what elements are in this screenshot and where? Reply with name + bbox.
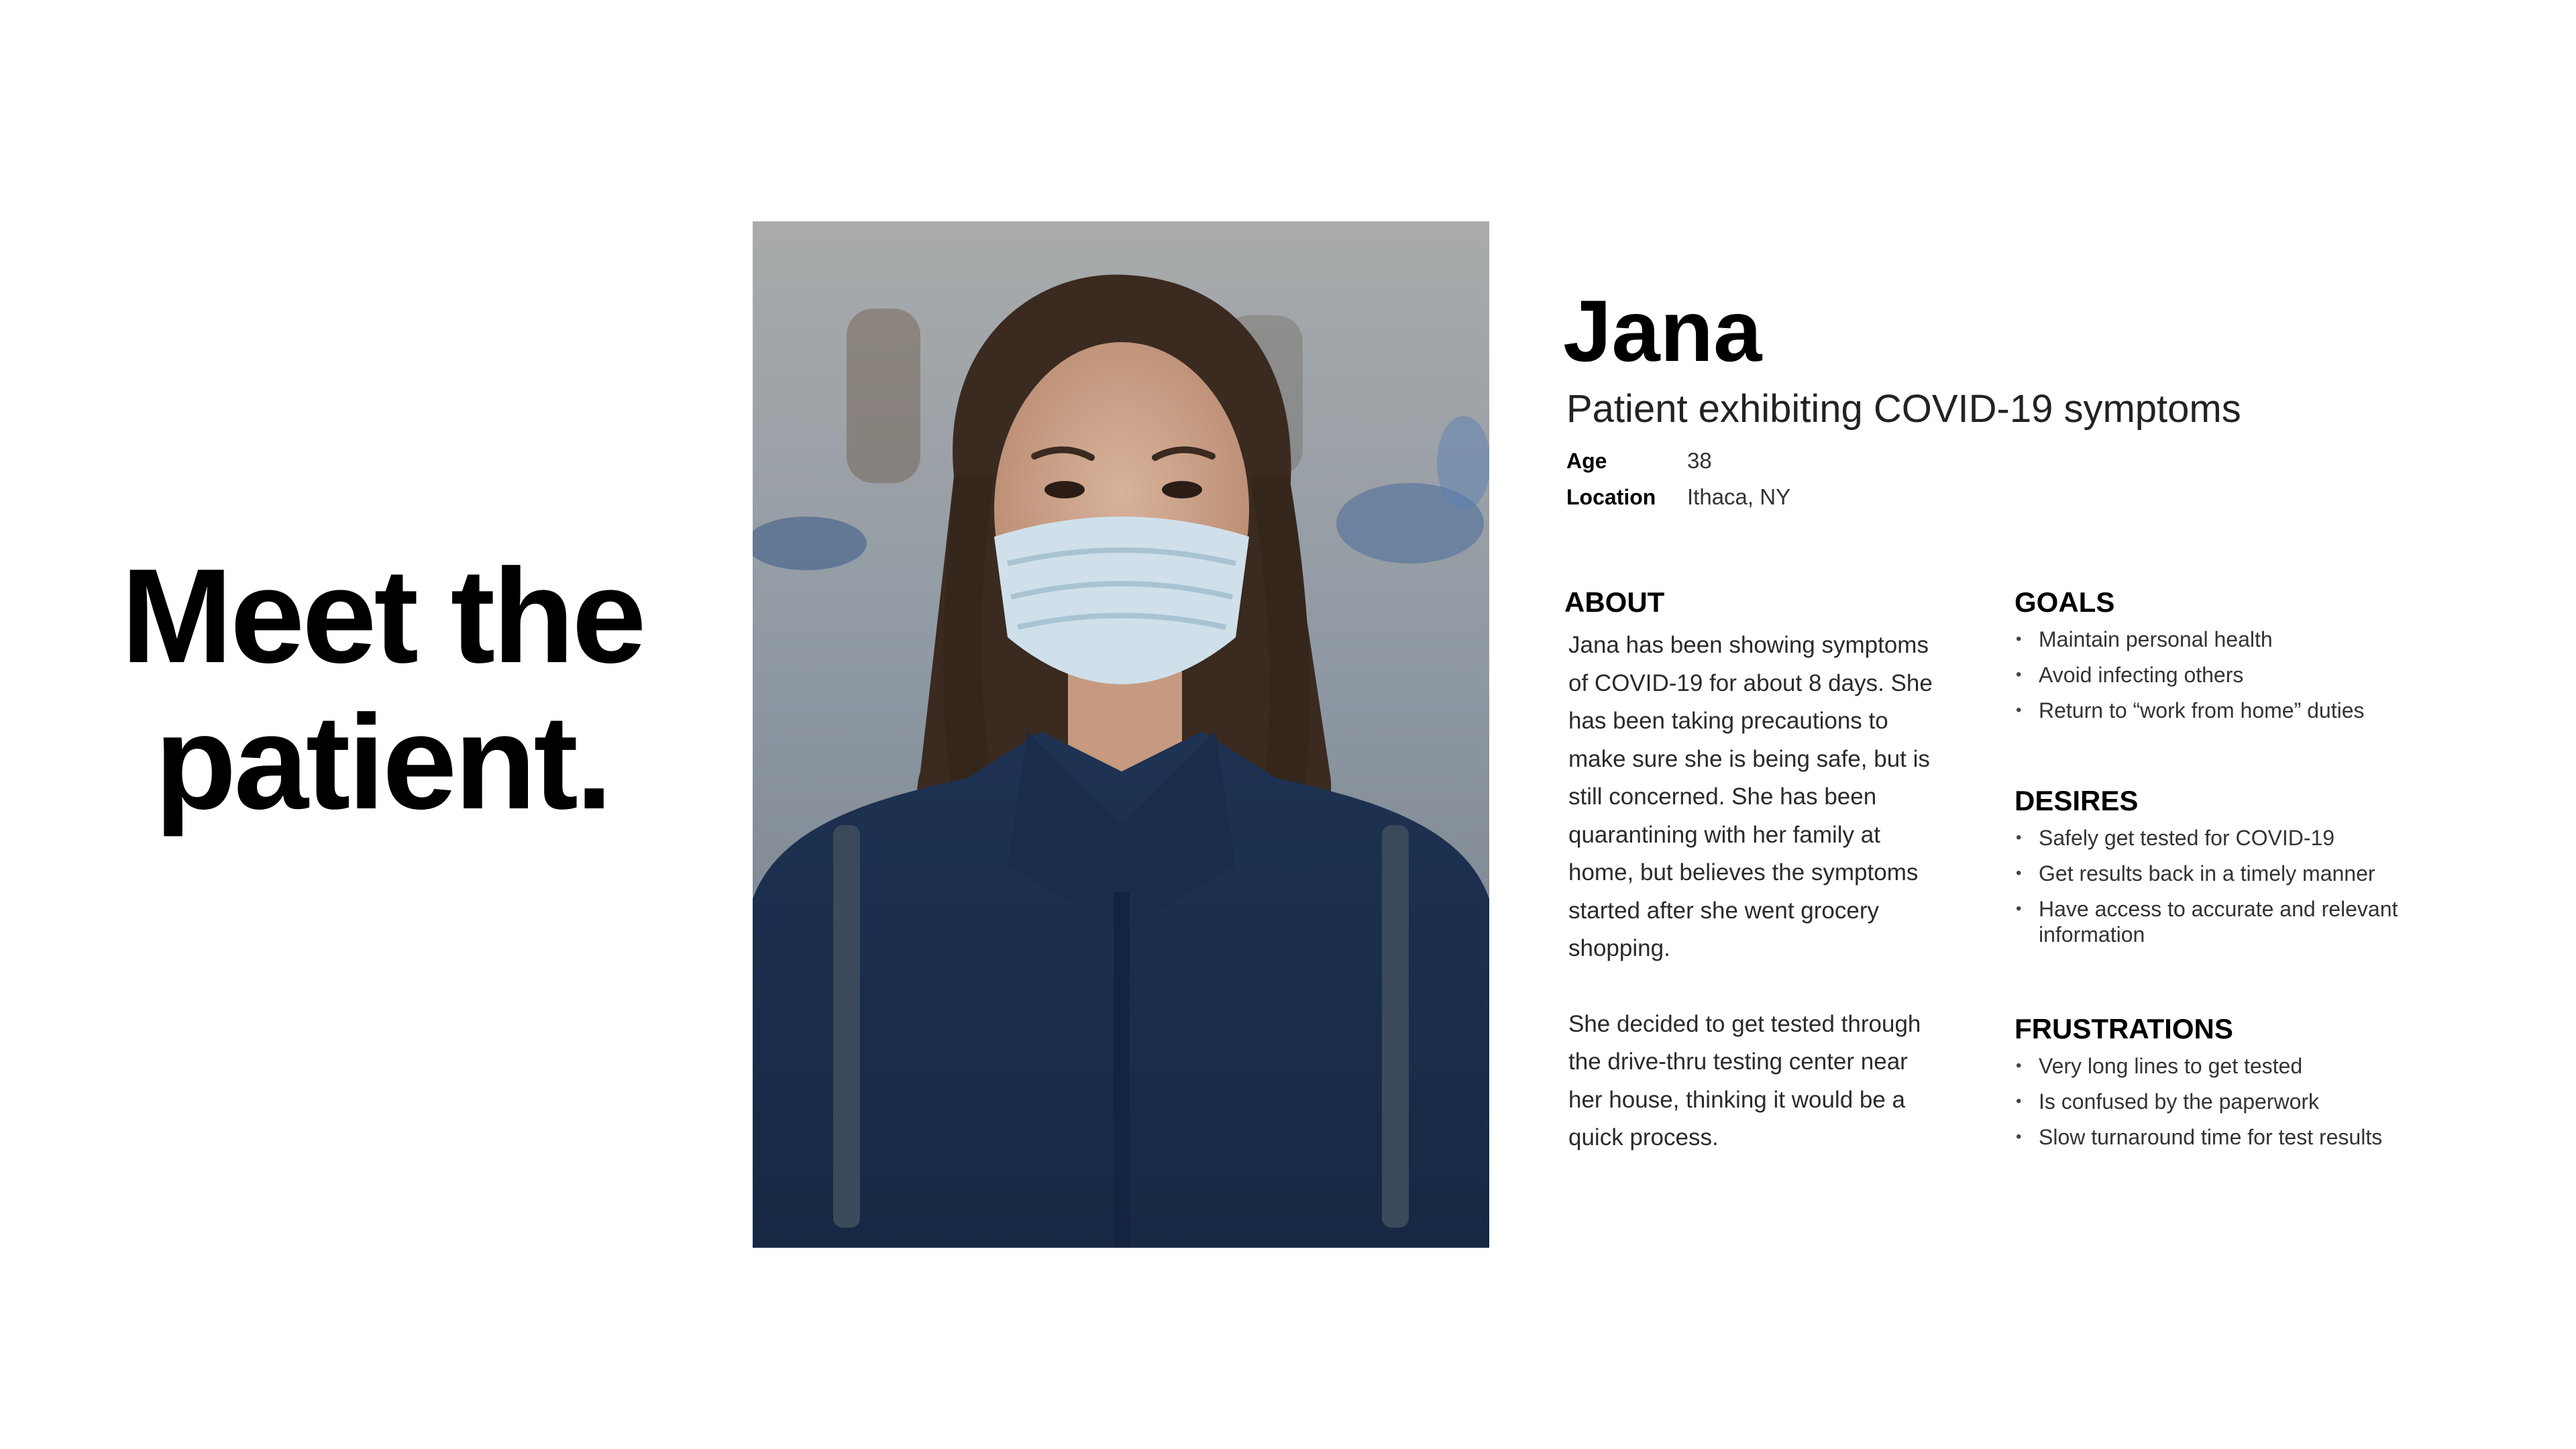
persona-slide: Meet the patient. Jana Patient exhibitin… xyxy=(0,0,2576,1449)
slide-headline: Meet the patient. xyxy=(94,543,671,836)
needs-column: GOALS Maintain personal health Avoid inf… xyxy=(2015,584,2430,1160)
goals-list: Maintain personal health Avoid infecting… xyxy=(2015,627,2430,723)
frustrations-section: FRUSTRATIONS Very long lines to get test… xyxy=(2015,1010,2430,1150)
goals-title: GOALS xyxy=(2015,586,2115,618)
desires-title: DESIRES xyxy=(2015,785,2139,816)
about-paragraph: She decided to get tested through the dr… xyxy=(1568,1010,1921,1151)
about-section: ABOUT Jana has been showing symptoms of … xyxy=(1564,584,1940,1195)
headline-line-1: Meet the xyxy=(121,541,646,691)
about-paragraph: Jana has been showing symptoms of COVID-… xyxy=(1568,632,1933,961)
persona-name: Jana xyxy=(1563,282,1762,380)
list-item: Safely get tested for COVID-19 xyxy=(2015,825,2430,851)
list-item: Have access to accurate and relevant inf… xyxy=(2015,896,2430,947)
location-row: Location Ithaca, NY xyxy=(1566,484,1790,521)
location-value: Ithaca, NY xyxy=(1687,484,1791,509)
goals-section: GOALS Maintain personal health Avoid inf… xyxy=(2015,584,2430,782)
age-row: Age 38 xyxy=(1566,448,1790,484)
list-item: Slow turnaround time for test results xyxy=(2015,1124,2430,1150)
list-item: Very long lines to get tested xyxy=(2015,1053,2430,1079)
about-title: ABOUT xyxy=(1564,586,1665,618)
age-value: 38 xyxy=(1687,448,1712,473)
list-item: Maintain personal health xyxy=(2015,627,2430,652)
persona-meta: Age 38 Location Ithaca, NY xyxy=(1566,448,1790,521)
age-label: Age xyxy=(1566,449,1607,473)
list-item: Return to “work from home” duties xyxy=(2015,698,2430,723)
headline-line-2: patient. xyxy=(154,688,612,837)
location-label: Location xyxy=(1566,485,1656,509)
list-item: Get results back in a timely manner xyxy=(2015,861,2430,886)
desires-list: Safely get tested for COVID-19 Get resul… xyxy=(2015,825,2430,947)
list-item: Avoid infecting others xyxy=(2015,662,2430,688)
desires-section: DESIRES Safely get tested for COVID-19 G… xyxy=(2015,782,2430,1010)
frustrations-title: FRUSTRATIONS xyxy=(2015,1013,2233,1044)
list-item: Is confused by the paperwork xyxy=(2015,1089,2430,1114)
persona-subtitle: Patient exhibiting COVID-19 symptoms xyxy=(1566,387,2241,431)
patient-photo xyxy=(753,221,1489,1248)
frustrations-list: Very long lines to get tested Is confuse… xyxy=(2015,1053,2430,1150)
